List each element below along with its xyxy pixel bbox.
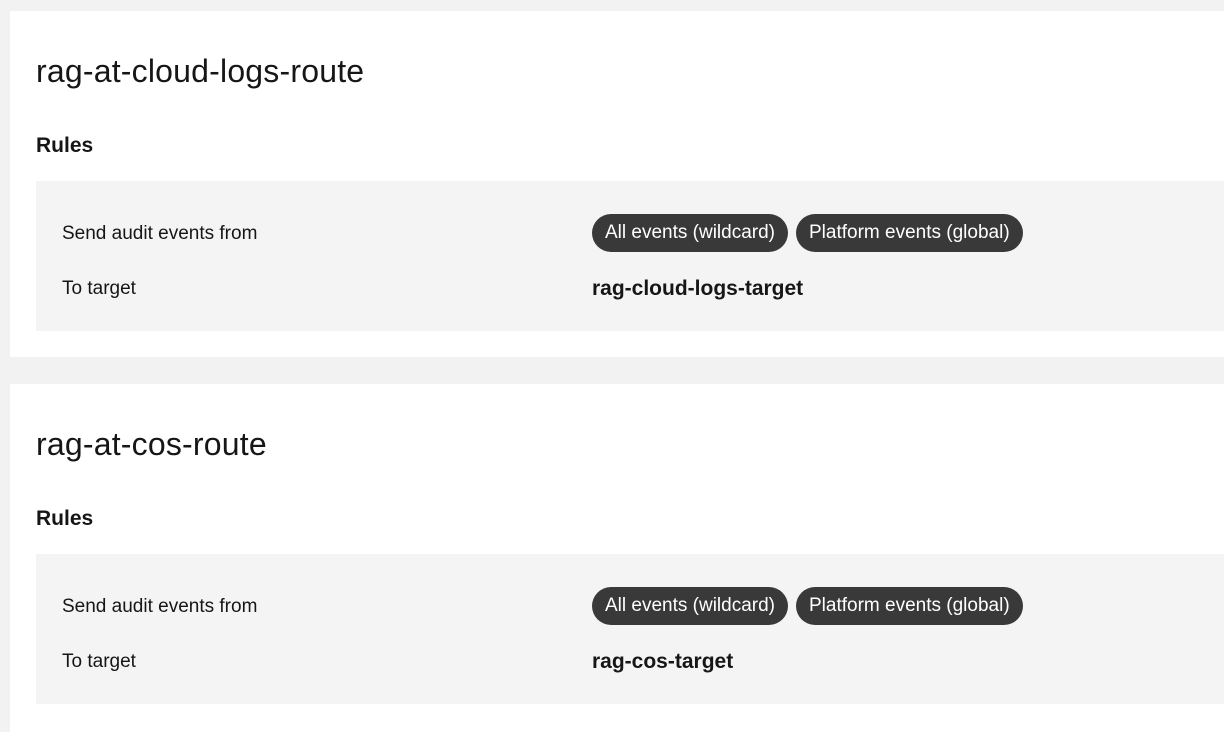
target-value: rag-cloud-logs-target — [592, 277, 804, 300]
rules-panel: Send audit events from All events (wildc… — [36, 181, 1224, 331]
tag-platform-events: Platform events (global) — [796, 587, 1023, 625]
route-card: rag-at-cloud-logs-route Rules Send audit… — [10, 11, 1224, 357]
source-label: Send audit events from — [62, 223, 258, 244]
rules-heading: Rules — [36, 507, 94, 530]
source-label: Send audit events from — [62, 596, 258, 617]
source-tag-group: All events (wildcard) Platform events (g… — [592, 587, 1023, 625]
route-title: rag-at-cos-route — [36, 426, 267, 462]
tag-all-events: All events (wildcard) — [592, 587, 788, 625]
target-value: rag-cos-target — [592, 650, 734, 673]
route-card: rag-at-cos-route Rules Send audit events… — [10, 384, 1224, 732]
source-tag-group: All events (wildcard) Platform events (g… — [592, 214, 1023, 252]
tag-platform-events: Platform events (global) — [796, 214, 1023, 252]
tag-all-events: All events (wildcard) — [592, 214, 788, 252]
rules-heading: Rules — [36, 134, 94, 157]
target-label: To target — [62, 651, 136, 672]
target-label: To target — [62, 278, 136, 299]
route-title: rag-at-cloud-logs-route — [36, 53, 365, 89]
rules-panel: Send audit events from All events (wildc… — [36, 554, 1224, 704]
